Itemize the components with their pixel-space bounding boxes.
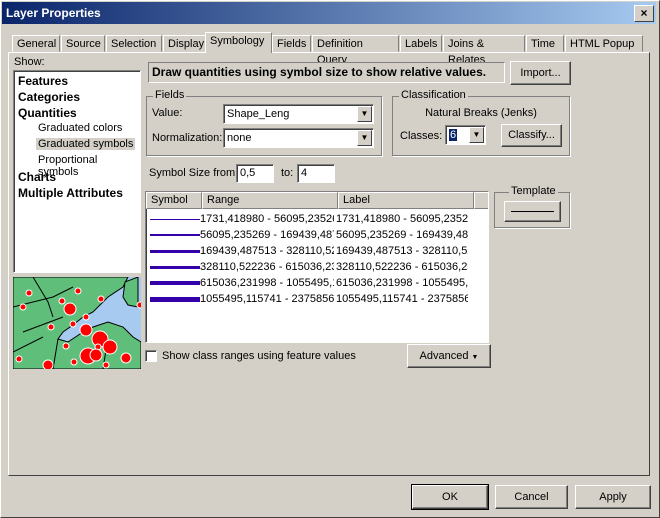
- fields-group-title: Fields: [153, 89, 187, 101]
- label-cell[interactable]: 56095,235269 - 169439,487513: [336, 227, 468, 243]
- label-cell[interactable]: 169439,487513 - 328110,522236: [336, 243, 468, 259]
- normalization-dropdown[interactable]: none ▼: [223, 128, 374, 148]
- table-row[interactable]: 1731,418980 - 56095,235269 1731,418980 - …: [146, 211, 486, 227]
- show-list[interactable]: Features Categories Quantities Graduated co…: [13, 70, 141, 273]
- symbol-size-to-label: to:: [281, 167, 294, 179]
- line-symbol[interactable]: [150, 297, 200, 302]
- chevron-down-icon: ▼: [471, 354, 479, 361]
- show-label: Show:: [14, 56, 45, 68]
- column-header-symbol[interactable]: Symbol: [146, 192, 202, 209]
- range-cell[interactable]: 328110,522236 - 615036,231998: [200, 259, 334, 275]
- class-table[interactable]: Symbol Range Label 1731,418980 - 56095,2…: [145, 191, 489, 343]
- tab-general[interactable]: General: [12, 35, 60, 52]
- value-selected: Shape_Leng: [227, 108, 290, 120]
- table-row[interactable]: 169439,487513 - 328110,522236169439,4875…: [146, 243, 486, 259]
- template-line: [511, 211, 554, 212]
- range-cell[interactable]: 169439,487513 - 328110,522236: [200, 243, 334, 259]
- line-symbol[interactable]: [150, 250, 200, 253]
- tab-joins-relates[interactable]: Joins & Relates: [443, 35, 525, 66]
- range-cell[interactable]: 56095,235269 - 169439,487513: [200, 227, 334, 243]
- classes-selected: 6: [449, 129, 458, 141]
- show-class-ranges-checkbox[interactable]: [145, 350, 157, 362]
- label-cell[interactable]: 1055495,115741 - 2375856: [336, 291, 468, 307]
- classification-group-title: Classification: [399, 89, 468, 101]
- symbol-size-from-input[interactable]: 0,5: [236, 164, 274, 183]
- classify-button[interactable]: Classify...: [501, 124, 562, 147]
- chevron-down-icon[interactable]: ▼: [357, 106, 372, 122]
- tab-symbology[interactable]: Symbology: [205, 32, 272, 53]
- show-item-categories[interactable]: Categories: [18, 90, 80, 104]
- column-header-range[interactable]: Range: [202, 192, 338, 209]
- classes-dropdown[interactable]: 6 ▼: [445, 125, 486, 145]
- tab-source[interactable]: Source: [61, 35, 105, 52]
- normalization-selected: none: [227, 132, 252, 144]
- show-item-charts[interactable]: Charts: [18, 170, 56, 184]
- table-row[interactable]: 328110,522236 - 615036,231998328110,5222…: [146, 259, 486, 275]
- chevron-down-icon[interactable]: ▼: [469, 127, 484, 143]
- show-item-multiple-attributes[interactable]: Multiple Attributes: [18, 186, 123, 200]
- classification-method: Natural Breaks (Jenks): [425, 107, 537, 119]
- tab-display[interactable]: Display: [163, 35, 206, 52]
- show-item-quantities[interactable]: Quantities: [18, 106, 77, 120]
- advanced-label: Advanced: [419, 350, 469, 362]
- show-item-graduated-colors[interactable]: Graduated colors: [38, 122, 122, 134]
- label-cell[interactable]: 1731,418980 - 56095,235269: [336, 211, 468, 227]
- table-row[interactable]: 1055495,115741 - 2375856 1055495,115741 -…: [146, 291, 486, 307]
- symbol-size-to-input[interactable]: 4: [297, 164, 335, 183]
- line-symbol[interactable]: [150, 266, 200, 269]
- label-cell[interactable]: 328110,522236 - 615036,231998: [336, 259, 468, 275]
- tab-selection[interactable]: Selection: [106, 35, 162, 52]
- range-cell[interactable]: 615036,231998 - 1055495,115741: [200, 275, 334, 291]
- title-bar: Layer Properties: [2, 2, 656, 24]
- close-button[interactable]: ×: [634, 5, 654, 22]
- classification-group: Classification Natural Breaks (Jenks) Cl…: [392, 89, 570, 156]
- range-cell[interactable]: 1731,418980 - 56095,235269: [200, 211, 334, 227]
- ok-button[interactable]: OK: [411, 484, 489, 510]
- symbology-preview-map: [13, 277, 141, 369]
- value-dropdown[interactable]: Shape_Leng ▼: [223, 104, 374, 124]
- value-label: Value:: [152, 107, 183, 119]
- symbol-size-from-label: Symbol Size from:: [149, 167, 239, 179]
- cancel-button[interactable]: Cancel: [495, 485, 568, 509]
- line-symbol[interactable]: [150, 234, 200, 236]
- tab-fields[interactable]: Fields: [272, 35, 311, 52]
- fields-group: Fields Value: Shape_Leng ▼ Normalization:…: [146, 89, 382, 156]
- description-text: Draw quantities using symbol size to sho…: [148, 62, 505, 83]
- tab-definition-query[interactable]: Definition Query: [312, 35, 399, 66]
- advanced-button[interactable]: Advanced ▼: [407, 344, 491, 368]
- template-symbol-button[interactable]: [504, 201, 561, 222]
- classes-label: Classes:: [400, 130, 443, 142]
- label-cell[interactable]: 615036,231998 - 1055495,115741: [336, 275, 468, 291]
- table-row[interactable]: 615036,231998 - 1055495,115741615036,231…: [146, 275, 486, 291]
- line-symbol[interactable]: [150, 281, 200, 285]
- template-group-title: Template: [509, 185, 558, 197]
- column-header-filler: [474, 192, 488, 209]
- template-group: Template: [494, 185, 570, 228]
- show-item-graduated-symbols[interactable]: Graduated symbols: [36, 138, 136, 150]
- show-class-ranges-label: Show class ranges using feature values: [162, 350, 356, 362]
- apply-button[interactable]: Apply: [575, 485, 651, 509]
- line-symbol[interactable]: [150, 219, 200, 220]
- chevron-down-icon[interactable]: ▼: [357, 130, 372, 146]
- tab-time[interactable]: Time: [526, 35, 564, 52]
- normalization-label: Normalization:: [152, 132, 223, 144]
- import-button[interactable]: Import...: [510, 61, 571, 85]
- show-item-features[interactable]: Features: [18, 74, 68, 88]
- table-row[interactable]: 56095,235269 - 169439,48751356095,235269…: [146, 227, 486, 243]
- window-title: Layer Properties: [6, 6, 101, 20]
- column-header-label[interactable]: Label: [338, 192, 474, 209]
- range-cell[interactable]: 1055495,115741 - 2375856: [200, 291, 334, 307]
- tab-labels[interactable]: Labels: [400, 35, 442, 52]
- tab-html-popup[interactable]: HTML Popup: [565, 35, 643, 52]
